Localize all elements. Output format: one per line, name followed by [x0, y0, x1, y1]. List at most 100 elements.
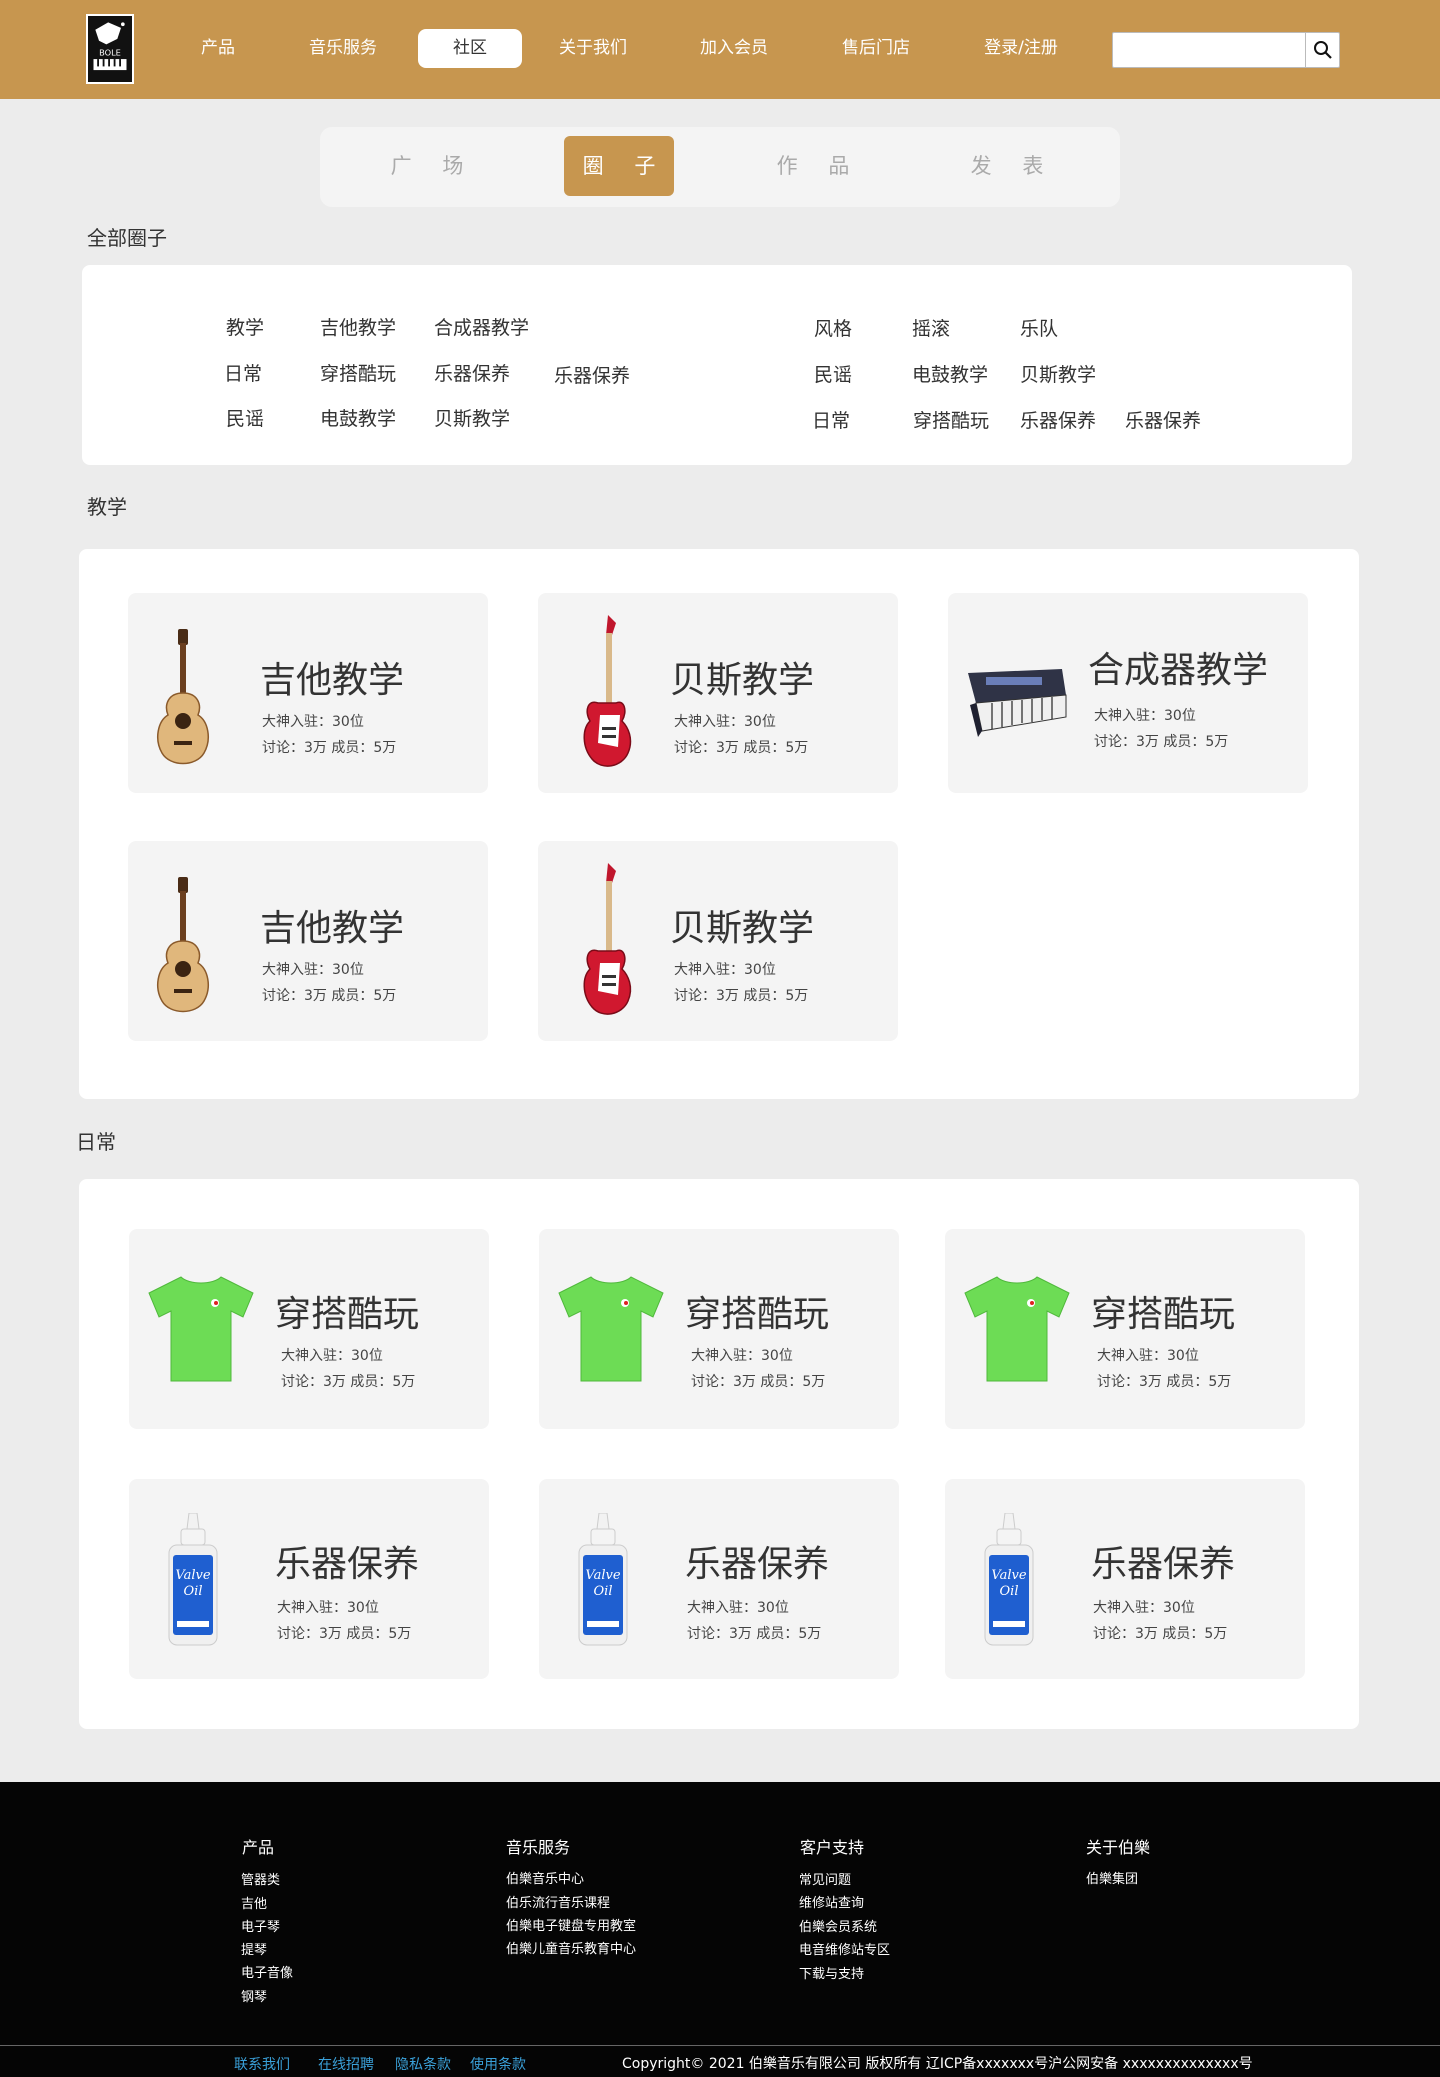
svg-text:BOLE: BOLE — [99, 47, 121, 57]
circle-card-instrument-care[interactable]: Valve Oil 乐器保养 大神入驻：30位 讨论：3万 成员：5万 — [129, 1479, 489, 1679]
nav-music-service[interactable]: 音乐服务 — [303, 29, 383, 68]
svg-text:Valve: Valve — [585, 1568, 620, 1583]
footer-privacy-link[interactable]: 隐私条款 — [395, 2054, 451, 2074]
footer-link[interactable]: 伯樂集团 — [1086, 1868, 1138, 1887]
teaching-panel: 吉他教学 大神入驻：30位 讨论：3万 成员：5万 贝斯教学 大神入驻：30位 … — [79, 549, 1359, 1099]
footer-careers-link[interactable]: 在线招聘 — [318, 2054, 374, 2074]
card-experts: 大神入驻：30位 — [674, 714, 776, 730]
search-icon — [1313, 41, 1332, 59]
footer-link[interactable]: 维修站查询 — [799, 1892, 864, 1911]
footer-divider — [0, 2045, 1440, 2046]
synthesizer-icon — [968, 669, 1067, 737]
card-title: 穿搭酷玩 — [1091, 1294, 1236, 1335]
circle-card-instrument-care[interactable]: Valve Oil 乐器保养 大神入驻：30位 讨论：3万 成员：5万 — [539, 1479, 899, 1679]
footer-link[interactable]: 下载与支持 — [799, 1963, 864, 1982]
search-button[interactable] — [1305, 33, 1339, 67]
category-link[interactable]: 穿搭酷玩 — [913, 406, 989, 433]
nav-after-sales[interactable]: 售后门店 — [836, 29, 916, 68]
category-link[interactable]: 贝斯教学 — [1020, 360, 1096, 387]
footer-link[interactable]: 伯樂儿童音乐教育中心 — [506, 1938, 636, 1957]
footer-link[interactable]: 电子音像 — [241, 1962, 293, 1981]
all-circles-title: 全部圈子 — [87, 226, 167, 250]
circle-card-guitar-teaching[interactable]: 吉他教学 大神入驻：30位 讨论：3万 成员：5万 — [128, 841, 488, 1041]
category-link[interactable]: 乐队 — [1020, 314, 1058, 341]
footer-col-title: 关于伯樂 — [1086, 1838, 1151, 1857]
card-stats: 讨论：3万 成员：5万 — [691, 1374, 826, 1390]
category-link[interactable]: 电鼓教学 — [912, 360, 988, 387]
footer-link[interactable]: 常见问题 — [799, 1869, 851, 1888]
card-title: 穿搭酷玩 — [275, 1294, 420, 1335]
category-teaching[interactable]: 教学 — [226, 313, 264, 340]
footer-link[interactable]: 伯樂会员系统 — [799, 1916, 877, 1935]
card-stats: 讨论：3万 成员：5万 — [1097, 1374, 1232, 1390]
valve-oil-bottle-icon: Valve Oil — [578, 1513, 628, 1646]
tab-square[interactable]: 广 场 — [372, 136, 482, 196]
category-link[interactable]: 乐器保养 — [554, 361, 630, 388]
card-stats: 讨论：3万 成员：5万 — [262, 740, 397, 756]
search-box — [1112, 32, 1340, 68]
footer-link[interactable]: 伯乐流行音乐课程 — [506, 1892, 610, 1911]
category-link[interactable]: 穿搭酷玩 — [320, 359, 396, 386]
footer-link[interactable]: 电子琴 — [241, 1916, 280, 1935]
nav-join-member[interactable]: 加入会员 — [694, 29, 774, 68]
teaching-section-title: 教学 — [87, 495, 127, 519]
copyright-text: Copyright© 2021 伯樂音乐有限公司 版权所有 辽ICP备xxxxx… — [622, 2056, 1253, 2072]
category-link[interactable]: 合成器教学 — [434, 313, 529, 340]
tab-works[interactable]: 作 品 — [758, 136, 868, 196]
site-footer: 产品 管器类 吉他 电子琴 提琴 电子音像 钢琴 音乐服务 伯樂音乐中心 伯乐流… — [0, 1782, 1440, 2077]
card-stats: 讨论：3万 成员：5万 — [1094, 734, 1229, 750]
circle-card-outfit[interactable]: 穿搭酷玩 大神入驻：30位 讨论：3万 成员：5万 — [539, 1229, 899, 1429]
card-stats: 讨论：3万 成员：5万 — [262, 988, 397, 1004]
category-style[interactable]: 风格 — [814, 314, 852, 341]
footer-link[interactable]: 提琴 — [241, 1939, 267, 1958]
bole-logo[interactable]: BOLE — [86, 14, 134, 84]
circle-card-bass-teaching[interactable]: 贝斯教学 大神入驻：30位 讨论：3万 成员：5万 — [538, 841, 898, 1041]
footer-link[interactable]: 吉他 — [241, 1893, 267, 1912]
top-header: BOLE 产品 音乐服务 社区 关于我们 加入会员 售后门店 登录/注册 — [0, 0, 1440, 99]
card-title: 吉他教学 — [260, 908, 405, 949]
card-experts: 大神入驻：30位 — [262, 962, 364, 978]
tab-circles[interactable]: 圈 子 — [564, 136, 674, 196]
circle-card-outfit[interactable]: 穿搭酷玩 大神入驻：30位 讨论：3万 成员：5万 — [945, 1229, 1305, 1429]
footer-link[interactable]: 管器类 — [241, 1869, 280, 1888]
search-input[interactable] — [1113, 33, 1305, 67]
circle-card-guitar-teaching[interactable]: 吉他教学 大神入驻：30位 讨论：3万 成员：5万 — [128, 593, 488, 793]
circle-card-outfit[interactable]: 穿搭酷玩 大神入驻：30位 讨论：3万 成员：5万 — [129, 1229, 489, 1429]
nav-products[interactable]: 产品 — [188, 29, 248, 68]
card-experts: 大神入驻：30位 — [1097, 1348, 1199, 1364]
tshirt-icon — [964, 1276, 1070, 1382]
nav-community[interactable]: 社区 — [418, 29, 522, 68]
category-link[interactable]: 贝斯教学 — [434, 404, 510, 431]
category-link[interactable]: 摇滚 — [912, 314, 950, 341]
all-circles-panel: 教学 吉他教学 合成器教学 日常 穿搭酷玩 乐器保养 乐器保养 民谣 电鼓教学 … — [82, 265, 1352, 465]
footer-link[interactable]: 伯樂音乐中心 — [506, 1868, 584, 1887]
tab-publish[interactable]: 发 表 — [952, 136, 1062, 196]
footer-contact-link[interactable]: 联系我们 — [234, 2054, 290, 2074]
nav-login-register[interactable]: 登录/注册 — [976, 29, 1066, 68]
footer-link[interactable]: 伯樂电子键盘专用教室 — [506, 1915, 636, 1934]
circle-card-bass-teaching[interactable]: 贝斯教学 大神入驻：30位 讨论：3万 成员：5万 — [538, 593, 898, 793]
category-link[interactable]: 乐器保养 — [434, 359, 510, 386]
category-folk[interactable]: 民谣 — [226, 404, 264, 431]
category-link[interactable]: 乐器保养 — [1125, 406, 1201, 433]
card-experts: 大神入驻：30位 — [1094, 708, 1196, 724]
circle-card-synth-teaching[interactable]: 合成器教学 大神入驻：30位 讨论：3万 成员：5万 — [948, 593, 1308, 793]
svg-text:Oil: Oil — [1000, 1584, 1019, 1599]
card-title: 贝斯教学 — [670, 908, 815, 949]
category-daily[interactable]: 日常 — [812, 406, 850, 433]
nav-about-us[interactable]: 关于我们 — [553, 29, 633, 68]
footer-link[interactable]: 钢琴 — [241, 1986, 267, 2005]
circle-card-instrument-care[interactable]: Valve Oil 乐器保养 大神入驻：30位 讨论：3万 成员：5万 — [945, 1479, 1305, 1679]
footer-col-title: 客户支持 — [800, 1838, 865, 1857]
electric-guitar-icon — [583, 615, 632, 767]
category-link[interactable]: 电鼓教学 — [320, 404, 396, 431]
category-link[interactable]: 吉他教学 — [320, 313, 396, 340]
category-folk[interactable]: 民谣 — [814, 360, 852, 387]
valve-oil-bottle-icon: Valve Oil — [984, 1513, 1034, 1646]
footer-link[interactable]: 电音维修站专区 — [799, 1939, 890, 1958]
card-experts: 大神入驻：30位 — [277, 1600, 379, 1616]
category-daily[interactable]: 日常 — [224, 359, 262, 386]
category-link[interactable]: 乐器保养 — [1020, 406, 1096, 433]
svg-text:Valve: Valve — [175, 1568, 210, 1583]
footer-terms-link[interactable]: 使用条款 — [470, 2054, 526, 2074]
